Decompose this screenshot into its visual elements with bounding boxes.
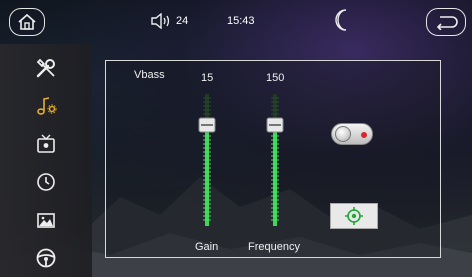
toggle-knob <box>335 126 351 142</box>
gain-label: Gain <box>195 241 219 253</box>
sidebar-item-display[interactable] <box>0 126 92 162</box>
picture-icon <box>37 213 55 228</box>
steering-wheel-icon <box>36 248 56 268</box>
volume-level: 24 <box>176 15 189 27</box>
back-button[interactable] <box>426 8 466 36</box>
clock-icon <box>37 173 55 191</box>
frequency-label: Frequency <box>248 241 300 253</box>
frequency-value: 150 <box>266 72 285 84</box>
music-settings-icon <box>37 97 57 115</box>
crosshair-icon <box>345 207 363 225</box>
sidebar-item-time[interactable] <box>0 164 92 200</box>
frequency-slider-thumb[interactable] <box>266 117 284 133</box>
frequency-slider[interactable] <box>263 90 287 230</box>
sidebar-item-steering[interactable] <box>0 240 92 276</box>
vbass-title: Vbass <box>134 69 165 81</box>
clock-time: 15:43 <box>227 15 255 27</box>
gain-value: 15 <box>201 72 214 84</box>
gain-slider[interactable] <box>195 90 219 230</box>
center-button[interactable] <box>330 203 378 229</box>
frequency-slider-track <box>271 94 279 226</box>
sidebar-item-wallpaper[interactable] <box>0 202 92 238</box>
gain-slider-thumb[interactable] <box>198 117 216 133</box>
sidebar-item-sound[interactable] <box>0 88 92 124</box>
speaker-icon <box>151 13 170 29</box>
moon-icon <box>335 9 347 31</box>
tools-icon <box>36 58 55 78</box>
home-icon <box>18 13 36 30</box>
toggle-indicator-dot <box>361 132 367 138</box>
top-bar: 24 15:43 <box>0 0 472 42</box>
vbass-toggle[interactable] <box>331 123 373 145</box>
night-mode-button[interactable] <box>335 9 351 36</box>
back-arrow-icon <box>436 16 458 30</box>
home-button[interactable] <box>9 8 45 36</box>
sidebar-item-general[interactable] <box>0 50 92 86</box>
sidebar <box>0 44 92 277</box>
gain-slider-track <box>203 94 211 226</box>
volume-indicator[interactable]: 24 <box>150 13 188 29</box>
tv-icon <box>37 134 55 153</box>
